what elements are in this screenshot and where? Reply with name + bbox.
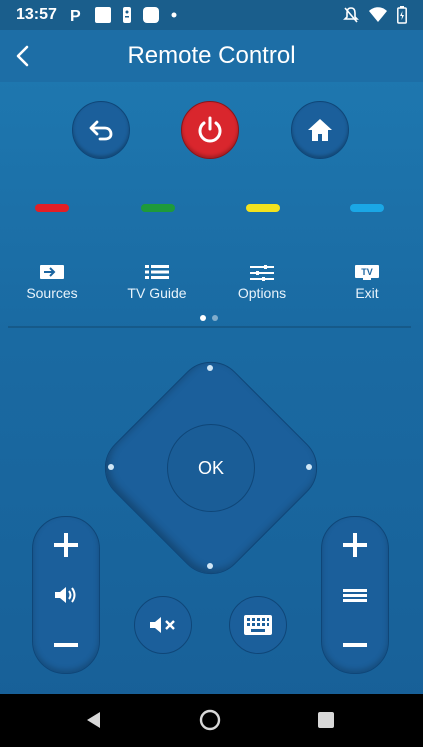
green-key[interactable] bbox=[141, 204, 175, 212]
channel-indicator bbox=[322, 573, 388, 617]
remote-icon bbox=[123, 7, 131, 23]
page-title: Remote Control bbox=[127, 42, 296, 69]
mute-button[interactable] bbox=[134, 596, 192, 654]
yellow-key[interactable] bbox=[246, 204, 280, 212]
red-key[interactable] bbox=[35, 204, 69, 212]
square-recents-icon bbox=[318, 712, 334, 728]
back-button[interactable] bbox=[72, 101, 130, 159]
keyboard-icon bbox=[244, 615, 272, 635]
sources-button[interactable]: Sources bbox=[12, 265, 92, 301]
dpad-up[interactable] bbox=[207, 365, 213, 371]
options-button[interactable]: Options bbox=[222, 265, 302, 301]
blue-key[interactable] bbox=[350, 204, 384, 212]
rounded-square-icon bbox=[143, 7, 159, 23]
ok-button[interactable]: OK bbox=[167, 424, 255, 512]
status-right-icons bbox=[343, 6, 407, 24]
dpad-right[interactable] bbox=[306, 464, 312, 470]
status-time: 13:57 bbox=[16, 6, 57, 23]
volume-rocker bbox=[32, 516, 100, 674]
exit-label: Exit bbox=[355, 285, 379, 301]
home-button[interactable] bbox=[291, 101, 349, 159]
app-bar: Remote Control bbox=[0, 30, 423, 82]
channel-list-icon bbox=[343, 589, 367, 602]
page-dot[interactable] bbox=[212, 315, 218, 321]
minus-icon bbox=[54, 643, 78, 647]
volume-indicator bbox=[33, 573, 99, 617]
svg-text:P: P bbox=[70, 8, 81, 23]
divider bbox=[8, 326, 411, 328]
p-app-icon: P bbox=[70, 8, 81, 23]
wifi-icon bbox=[369, 7, 387, 22]
square-icon bbox=[95, 7, 111, 23]
dpad-down[interactable] bbox=[207, 563, 213, 569]
exit-tv-icon: TV bbox=[355, 265, 379, 280]
remote-control-screen: 13:57 P Remote Control Sources TV Guide … bbox=[0, 0, 423, 747]
plus-icon bbox=[54, 533, 78, 557]
back-icon bbox=[89, 120, 113, 141]
volume-icon bbox=[55, 587, 76, 603]
mute-icon bbox=[150, 617, 175, 633]
sources-icon bbox=[40, 265, 64, 279]
notifications-off-icon bbox=[343, 7, 359, 23]
volume-up-button[interactable] bbox=[33, 523, 99, 567]
home-icon bbox=[308, 119, 332, 141]
exit-button[interactable]: TV Exit bbox=[327, 265, 407, 301]
nav-home-button[interactable] bbox=[198, 708, 222, 732]
dot-icon bbox=[171, 12, 177, 18]
keyboard-button[interactable] bbox=[229, 596, 287, 654]
tv-guide-button[interactable]: TV Guide bbox=[117, 265, 197, 301]
exit-icon-text: TV bbox=[361, 267, 373, 277]
nav-recents-button[interactable] bbox=[314, 708, 338, 732]
power-icon bbox=[198, 116, 222, 143]
channel-up-button[interactable] bbox=[322, 523, 388, 567]
dpad-left[interactable] bbox=[108, 464, 114, 470]
nav-back-button[interactable] bbox=[82, 708, 106, 732]
options-label: Options bbox=[237, 285, 287, 301]
dpad: OK bbox=[90, 347, 332, 589]
status-bar: 13:57 P bbox=[0, 0, 423, 30]
channel-rocker bbox=[321, 516, 389, 674]
minus-icon bbox=[343, 643, 367, 647]
triangle-back-icon bbox=[87, 712, 100, 728]
plus-icon bbox=[343, 533, 367, 557]
page-dot-active[interactable] bbox=[200, 315, 206, 321]
page-indicator bbox=[200, 315, 218, 321]
sources-label: Sources bbox=[26, 285, 78, 301]
tv-guide-icon bbox=[145, 265, 169, 279]
volume-down-button[interactable] bbox=[33, 623, 99, 667]
battery-icon bbox=[397, 6, 407, 24]
status-left-icons: P bbox=[70, 6, 178, 24]
system-nav-bar bbox=[0, 694, 423, 747]
circle-home-icon bbox=[199, 709, 221, 731]
power-button[interactable] bbox=[181, 101, 239, 159]
channel-down-button[interactable] bbox=[322, 623, 388, 667]
options-icon bbox=[250, 265, 274, 281]
tv-guide-label: TV Guide bbox=[127, 285, 187, 301]
